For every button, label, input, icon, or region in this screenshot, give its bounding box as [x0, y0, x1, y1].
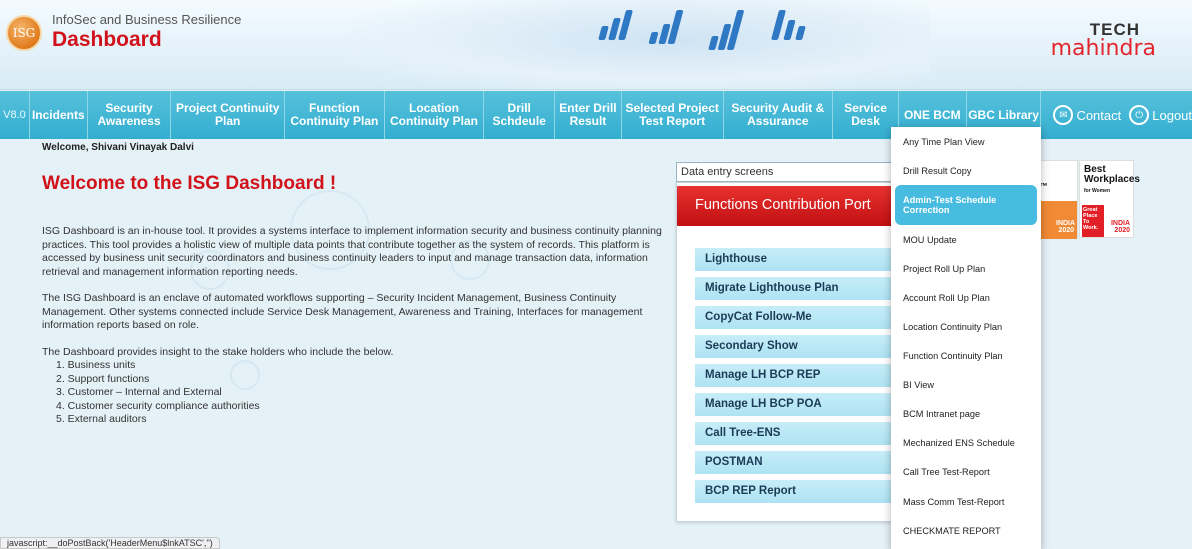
nav-function-continuity-plan[interactable]: Function Continuity Plan [285, 91, 385, 139]
mail-icon: ✉ [1053, 105, 1074, 125]
panel-link-lighthouse[interactable]: Lighthouse [695, 248, 897, 271]
page-title: Welcome to the ISG Dashboard ! [42, 173, 337, 194]
award-2-sub: for Women [1084, 188, 1111, 194]
list-item: 1. Business units [56, 359, 136, 371]
menu-item-mass-comm-test-report[interactable]: Mass Comm Test-Report [891, 487, 1041, 516]
intro-content: ISG Dashboard is an in-house tool. It pr… [42, 225, 672, 427]
nav-location-continuity-plan[interactable]: Location Continuity Plan [385, 91, 485, 139]
panel-link-migrate-lighthouse-plan[interactable]: Migrate Lighthouse Plan [695, 277, 897, 300]
panel-link-bcp-rep-report[interactable]: BCP REP Report [695, 480, 897, 503]
menu-item-account-roll-up-plan[interactable]: Account Roll Up Plan [891, 283, 1041, 312]
contact-label: Contact [1076, 107, 1122, 123]
version-label: V8.0 [0, 91, 30, 139]
header: ISG InfoSec and Business Resilience Dash… [0, 0, 1192, 90]
nav-selected-project-test-report[interactable]: Selected Project Test Report [622, 91, 724, 139]
menu-item-call-tree-test-report[interactable]: Call Tree Test-Report [891, 458, 1041, 487]
brand-subtitle: InfoSec and Business Resilience [52, 12, 242, 27]
list-item: 3. Customer – Internal and External [56, 386, 222, 398]
menu-item-checkmate-report[interactable]: CHECKMATE REPORT [891, 516, 1041, 545]
nav-enter-drill-result[interactable]: Enter Drill Result [555, 91, 622, 139]
award-2-india: INDIA 2020 [1110, 220, 1130, 234]
menu-item-bcm-intranet-page[interactable]: BCM Intranet page [891, 400, 1041, 429]
logout-link[interactable]: ⏻ Logout [1129, 91, 1192, 139]
list-item: 5. External auditors [56, 413, 147, 425]
panel-link-manage-lh-bcp-poa[interactable]: Manage LH BCP POA [695, 393, 897, 416]
data-entry-select[interactable]: Data entry screens [676, 162, 898, 182]
nav-project-continuity-plan[interactable]: Project Continuity Plan [171, 91, 286, 139]
contact-link[interactable]: ✉ Contact [1053, 91, 1121, 139]
panel-link-postman[interactable]: POSTMAN [695, 451, 897, 474]
logout-label: Logout [1152, 107, 1192, 123]
menu-item-function-continuity-plan[interactable]: Function Continuity Plan [891, 342, 1041, 371]
brand-title: Dashboard [52, 28, 162, 51]
nav-drill-schedule[interactable]: Drill Schdeule [484, 91, 556, 139]
isg-logo[interactable]: ISG [6, 15, 42, 51]
logout-icon: ⏻ [1129, 105, 1150, 125]
functions-panel: Functions Contribution Port Lighthouse M… [676, 182, 898, 522]
panel-list: Lighthouse Migrate Lighthouse Plan CopyC… [695, 248, 897, 509]
chart-bars-decoration [770, 10, 808, 40]
welcome-user: Welcome, Shivani Vinayak Dalvi [42, 142, 194, 153]
intro-paragraph-3: The Dashboard provides insight to the st… [42, 345, 394, 358]
intro-paragraph-2: The ISG Dashboard is an enclave of autom… [42, 292, 643, 331]
nav-service-desk[interactable]: Service Desk [833, 91, 899, 139]
award-1-india: INDIA 2020 [1056, 220, 1076, 234]
panel-link-manage-lh-bcp-rep[interactable]: Manage LH BCP REP [695, 364, 897, 387]
menu-item-bi-view[interactable]: BI View [891, 371, 1041, 400]
award-badge-2: Best Workplaces for Women Great Place To… [1079, 160, 1140, 238]
gptw-logo: Great Place To Work. [1082, 205, 1104, 237]
browser-status-bar: javascript:__doPostBack('HeaderMenu$lnkA… [0, 537, 220, 549]
menu-item-mechanized-ens-schedule[interactable]: Mechanized ENS Schedule [891, 429, 1041, 458]
chart-bars-decoration [598, 10, 634, 40]
intro-paragraph-1: ISG Dashboard is an in-house tool. It pr… [42, 225, 662, 278]
list-item: 4. Customer security compliance authorit… [56, 399, 260, 412]
chart-bars-decoration [648, 10, 684, 44]
list-item: 2. Support functions [56, 372, 150, 385]
nav-incidents[interactable]: Incidents [30, 91, 88, 139]
menu-item-any-time-plan-view[interactable]: Any Time Plan View [891, 127, 1041, 156]
panel-link-call-tree-ens[interactable]: Call Tree-ENS [695, 422, 897, 445]
panel-link-copycat-follow-me[interactable]: CopyCat Follow-Me [695, 306, 897, 329]
award-2-title: Best Workplaces [1084, 164, 1140, 185]
nav-security-audit-assurance[interactable]: Security Audit & Assurance [724, 91, 834, 139]
menu-item-project-roll-up-plan[interactable]: Project Roll Up Plan [891, 254, 1041, 283]
menu-item-drill-result-copy[interactable]: Drill Result Copy [891, 156, 1041, 185]
one-bcm-dropdown-menu: Any Time Plan View Drill Result Copy Adm… [891, 127, 1041, 549]
menu-item-admin-test-schedule-correction[interactable]: Admin-Test Schedule Correction [895, 185, 1037, 226]
header-decoration [350, 0, 930, 89]
chart-bars-decoration [708, 10, 745, 50]
menu-item-mou-update[interactable]: MOU Update [891, 225, 1041, 254]
nav-security-awareness[interactable]: Security Awareness [88, 91, 172, 139]
menu-item-location-continuity-plan[interactable]: Location Continuity Plan [891, 312, 1041, 341]
panel-banner: Functions Contribution Port [677, 186, 897, 226]
tech-mahindra-logo-bottom: mahindra [1050, 36, 1156, 61]
panel-link-secondary-show[interactable]: Secondary Show [695, 335, 897, 358]
